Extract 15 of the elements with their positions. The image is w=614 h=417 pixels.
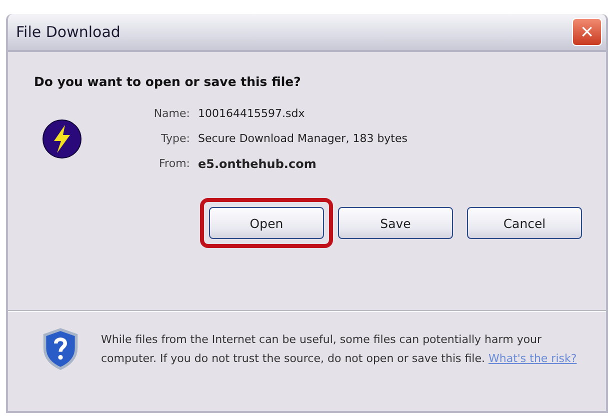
window-title: File Download — [16, 23, 120, 41]
field-label: Type: — [160, 132, 190, 145]
question-text: Do you want to open or save this file? — [34, 74, 302, 89]
dialog-button[interactable]: Save — [338, 207, 453, 239]
dialog-button[interactable]: Open — [209, 207, 324, 239]
field-label: From: — [158, 157, 190, 171]
shield-question-icon — [42, 326, 79, 372]
close-button[interactable]: × — [572, 18, 602, 46]
field-value: Secure Download Manager, 183 bytes — [198, 132, 408, 145]
field-value: e5.onthehub.com — [198, 157, 318, 171]
warning-text: While files from the Internet can be useful, some files can potentially harm your computer. If you do not trust the source, do not open or save this file. What's the risk? — [101, 332, 578, 367]
field-value: 100164415597.sdx — [198, 107, 306, 120]
lightning-icon — [42, 119, 82, 159]
field-label: Name: — [152, 107, 190, 120]
dialog-button[interactable]: Cancel — [467, 207, 582, 239]
